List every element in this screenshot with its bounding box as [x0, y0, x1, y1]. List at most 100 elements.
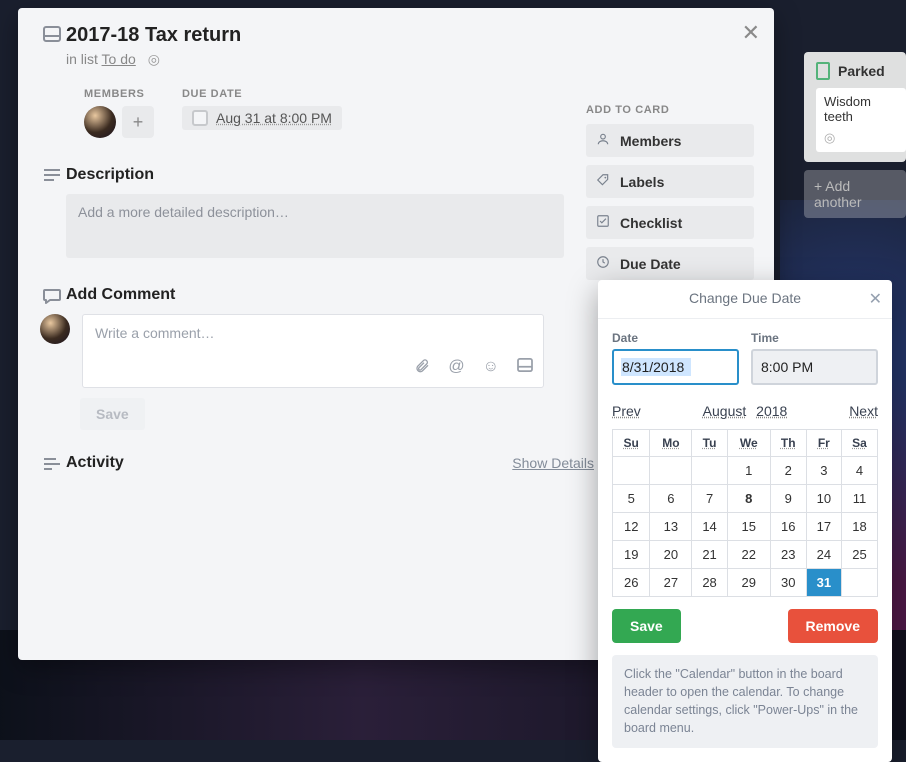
card-icon	[38, 24, 66, 42]
in-list-prefix: in list	[66, 51, 102, 67]
calendar-day[interactable]: 24	[806, 541, 841, 569]
calendar-hint: Click the "Calendar" button in the board…	[612, 655, 878, 748]
calendar-week: 567891011	[613, 485, 878, 513]
calendar-week: 262728293031	[613, 569, 878, 597]
close-icon[interactable]: ✕	[742, 22, 760, 44]
description-placeholder: Add a more detailed description…	[78, 204, 289, 220]
calendar-day[interactable]: 13	[650, 513, 692, 541]
mention-icon[interactable]: @	[448, 358, 464, 379]
calendar-day[interactable]: 7	[692, 485, 727, 513]
calendar-day[interactable]: 11	[842, 485, 878, 513]
calendar-day[interactable]: 20	[650, 541, 692, 569]
date-input[interactable]	[612, 349, 739, 385]
rail-duedate-button[interactable]: Due Date	[586, 247, 754, 280]
card-title[interactable]: 2017-18 Tax return	[66, 24, 754, 47]
activity-icon	[38, 455, 66, 471]
calendar-day[interactable]: 10	[806, 485, 841, 513]
calendar-dow: Fr	[806, 430, 841, 457]
calendar-day[interactable]: 3	[806, 457, 841, 485]
rail-duedate-label: Due Date	[620, 256, 681, 272]
calendar-day[interactable]: 23	[770, 541, 806, 569]
current-user-avatar[interactable]	[40, 314, 70, 344]
calendar-day[interactable]: 27	[650, 569, 692, 597]
calendar-week: 12131415161718	[613, 513, 878, 541]
card-embed-icon[interactable]	[517, 358, 533, 379]
watch-icon: ◎	[824, 130, 898, 146]
calendar-day	[650, 457, 692, 485]
rail-title: ADD TO CARD	[586, 104, 754, 116]
description-title: Description	[66, 166, 564, 184]
due-date-chip[interactable]: Aug 31 at 8:00 PM	[182, 106, 342, 130]
calendar-day	[613, 457, 650, 485]
calendar-day[interactable]: 22	[727, 541, 770, 569]
cal-year[interactable]: 2018	[756, 403, 787, 419]
calendar-day[interactable]: 17	[806, 513, 841, 541]
rail-labels-button[interactable]: Labels	[586, 165, 754, 198]
calendar-day[interactable]: 30	[770, 569, 806, 597]
cal-month[interactable]: August	[703, 403, 747, 419]
rail-checklist-button[interactable]: Checklist	[586, 206, 754, 239]
calendar-day[interactable]: 18	[842, 513, 878, 541]
calendar-day[interactable]: 14	[692, 513, 727, 541]
tag-icon	[596, 173, 610, 190]
description-input[interactable]: Add a more detailed description…	[66, 194, 564, 258]
members-label: MEMBERS	[84, 88, 154, 100]
calendar-day[interactable]: 16	[770, 513, 806, 541]
calendar-day[interactable]: 6	[650, 485, 692, 513]
calendar-day[interactable]: 1	[727, 457, 770, 485]
calendar-day[interactable]: 5	[613, 485, 650, 513]
comment-input[interactable]	[95, 325, 531, 341]
calendar-day[interactable]: 28	[692, 569, 727, 597]
calendar-week: 1234	[613, 457, 878, 485]
due-date-block: DUE DATE Aug 31 at 8:00 PM	[182, 88, 342, 138]
time-field-label: Time	[751, 331, 878, 345]
list-parked[interactable]: Parked Wisdom teeth ◎	[804, 52, 906, 162]
watch-icon[interactable]: ◎	[148, 51, 160, 67]
member-avatar[interactable]	[84, 106, 116, 138]
rail-labels-label: Labels	[620, 174, 664, 190]
add-another-label: + Add another	[814, 178, 861, 210]
add-member-button[interactable]: +	[122, 106, 154, 138]
calendar-day[interactable]: 31	[806, 569, 841, 597]
calendar-dow: Th	[770, 430, 806, 457]
calendar-header-row: SuMoTuWeThFrSa	[613, 430, 878, 457]
rail-members-button[interactable]: Members	[586, 124, 754, 157]
calendar-day[interactable]: 25	[842, 541, 878, 569]
popover-close-icon[interactable]: ✕	[869, 289, 882, 309]
clock-icon	[596, 255, 610, 272]
calendar-day[interactable]: 21	[692, 541, 727, 569]
comment-box[interactable]: @ ☺	[82, 314, 544, 388]
calendar-day[interactable]: 12	[613, 513, 650, 541]
cal-month-year: August 2018	[700, 403, 791, 419]
calendar-day[interactable]: 29	[727, 569, 770, 597]
calendar-day[interactable]: 15	[727, 513, 770, 541]
attachment-icon[interactable]	[414, 358, 430, 379]
save-button[interactable]: Save	[612, 609, 681, 643]
due-date-text: Aug 31 at 8:00 PM	[216, 110, 332, 126]
save-comment-button[interactable]: Save	[80, 398, 145, 430]
add-another-list[interactable]: + Add another	[804, 170, 906, 218]
card-wisdom-teeth[interactable]: Wisdom teeth ◎	[816, 88, 906, 152]
cal-next-link[interactable]: Next	[849, 403, 878, 419]
calendar-day[interactable]: 9	[770, 485, 806, 513]
calendar-day[interactable]: 8	[727, 485, 770, 513]
calendar-day[interactable]: 4	[842, 457, 878, 485]
calendar-week: 19202122232425	[613, 541, 878, 569]
in-list-link[interactable]: To do	[102, 51, 136, 67]
due-date-label: DUE DATE	[182, 88, 342, 100]
remove-button[interactable]: Remove	[788, 609, 878, 643]
calendar-day[interactable]: 2	[770, 457, 806, 485]
show-details-link[interactable]: Show Details	[512, 455, 594, 471]
calendar-dow: Tu	[692, 430, 727, 457]
user-icon	[596, 132, 610, 149]
emoji-icon[interactable]: ☺	[483, 358, 499, 379]
calendar-day[interactable]: 26	[613, 569, 650, 597]
calendar-day	[692, 457, 727, 485]
cal-prev-link[interactable]: Prev	[612, 403, 641, 419]
popover-title: Change Due Date	[689, 290, 801, 306]
due-checkbox[interactable]	[192, 110, 208, 126]
calendar-day[interactable]: 19	[613, 541, 650, 569]
time-input[interactable]	[751, 349, 878, 385]
calendar-dow: Mo	[650, 430, 692, 457]
comment-icon	[38, 286, 66, 304]
